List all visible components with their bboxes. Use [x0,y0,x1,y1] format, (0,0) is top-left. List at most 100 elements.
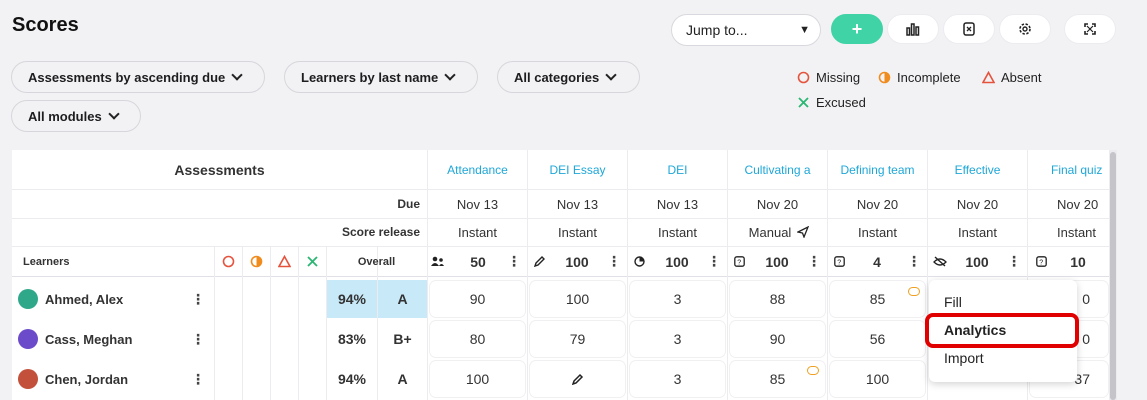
modules-dropdown[interactable]: All modules [11,100,141,132]
column-points: 100 [965,253,989,270]
column-release: Instant [557,224,598,240]
learners-label[interactable]: Learners [23,247,143,276]
learner-name[interactable]: Cass, Meghan [45,322,195,356]
column-due: Nov 20 [1057,196,1099,212]
learner-name[interactable]: Chen, Jordan [45,362,195,396]
overall-percent: 83% [337,331,367,347]
highlight-box [925,313,1079,348]
avatar [18,289,38,309]
score-cell[interactable]: 3 [630,281,725,317]
table-scrollbar-thumb[interactable] [1110,152,1116,400]
column-title[interactable]: Defining team [828,150,927,189]
svg-text:?: ? [837,260,841,267]
score-cell[interactable]: 79 [530,321,625,357]
incomplete-icon [250,255,262,268]
sort-learners-label: Learners by last name [301,69,439,85]
missing-icon [222,255,234,268]
jump-to-label: Jump to... [686,22,748,38]
chevron-down-icon [444,69,456,81]
avatar [18,329,38,349]
column-title[interactable]: Effective [928,150,1027,189]
column-due: Nov 20 [856,196,899,212]
row-menu-button[interactable]: ⋮ [191,322,205,356]
learner-name[interactable]: Ahmed, Alex [45,282,195,316]
pie-icon [632,247,646,276]
quiz-icon: ? [1034,247,1048,276]
chevron-down-icon [231,69,243,81]
column-title[interactable]: DEI [628,150,727,189]
pencil-icon [571,373,583,385]
absent-icon [982,71,995,84]
menu-item-import[interactable]: Import [944,350,984,366]
jump-to-select[interactable]: Jump to... ▼ [671,14,821,46]
legend-missing: Missing [797,70,860,85]
score-cell[interactable]: 3 [630,321,725,357]
legend-incomplete-label: Incomplete [897,70,961,85]
score-cell-pending[interactable] [530,361,625,397]
column-points: 10 [1070,253,1086,270]
score-cell[interactable]: 56 [830,321,925,357]
menu-item-fill[interactable]: Fill [944,294,962,310]
score-cell[interactable]: 100 [830,361,925,397]
column-points: 100 [665,253,689,270]
score-cell[interactable]: 90 [430,281,525,317]
column-release: Instant [1057,224,1097,240]
pencil-icon [532,247,546,276]
analytics-icon [906,23,920,36]
categories-dropdown[interactable]: All categories [497,61,640,93]
incomplete-icon [878,71,891,84]
column-menu-button[interactable]: ⋮ [907,247,921,276]
overall-percent: 94% [337,371,367,387]
fullscreen-button[interactable] [1064,14,1116,44]
column-title[interactable]: DEI Essay [528,150,627,189]
row-menu-button[interactable]: ⋮ [191,282,205,316]
analytics-button[interactable] [887,14,939,44]
overall-grade: A [378,280,427,318]
categories-label: All categories [514,69,600,85]
legend-incomplete: Incomplete [878,70,961,85]
legend-absent: Absent [982,70,1041,85]
sort-learners-dropdown[interactable]: Learners by last name [284,61,478,93]
score-cell[interactable]: 88 [730,281,825,317]
column-menu-button[interactable]: ⋮ [1007,247,1021,276]
overall-grade: A [397,371,408,387]
missing-icon [797,71,810,84]
column-menu-button[interactable]: ⋮ [507,247,521,276]
score-cell[interactable]: 90 [730,321,825,357]
score-cell[interactable]: 3 [630,361,725,397]
incomplete-column-header [242,247,270,276]
column-menu-button[interactable]: ⋮ [607,247,621,276]
overall-label[interactable]: Overall [326,247,427,276]
comment-icon[interactable] [908,287,920,296]
column-menu-button[interactable]: ⋮ [707,247,721,276]
quiz-icon: ? [832,247,846,276]
hidden-icon [932,247,948,276]
absent-column-header [270,247,298,276]
column-title[interactable]: Final quiz [1028,150,1109,189]
settings-button[interactable] [999,14,1051,44]
score-cell[interactable]: 100 [430,361,525,397]
column-menu-button[interactable]: ⋮ [807,247,821,276]
column-title[interactable]: Attendance [428,150,527,189]
overall-percent: 94% [327,280,377,318]
legend-excused: Excused [797,95,866,110]
settings-icon [1019,23,1031,35]
row-menu-button[interactable]: ⋮ [191,362,205,396]
sort-assessments-dropdown[interactable]: Assessments by ascending due [11,61,265,93]
score-cell[interactable]: 80 [430,321,525,357]
absent-icon [277,255,291,268]
export-button[interactable] [943,14,995,44]
column-title[interactable]: Cultivating a [728,150,827,189]
svg-text:?: ? [1039,260,1043,267]
column-due: Nov 13 [556,196,599,212]
chevron-down-icon [108,108,120,120]
due-label: Due [397,197,420,211]
send-icon[interactable] [796,218,810,246]
comment-icon[interactable] [807,366,819,375]
export-icon [963,22,975,36]
add-button[interactable]: + [831,14,883,44]
score-release-label: Score release [341,225,420,239]
people-icon [430,247,446,276]
column-release: Instant [957,224,998,240]
score-cell[interactable]: 100 [530,281,625,317]
